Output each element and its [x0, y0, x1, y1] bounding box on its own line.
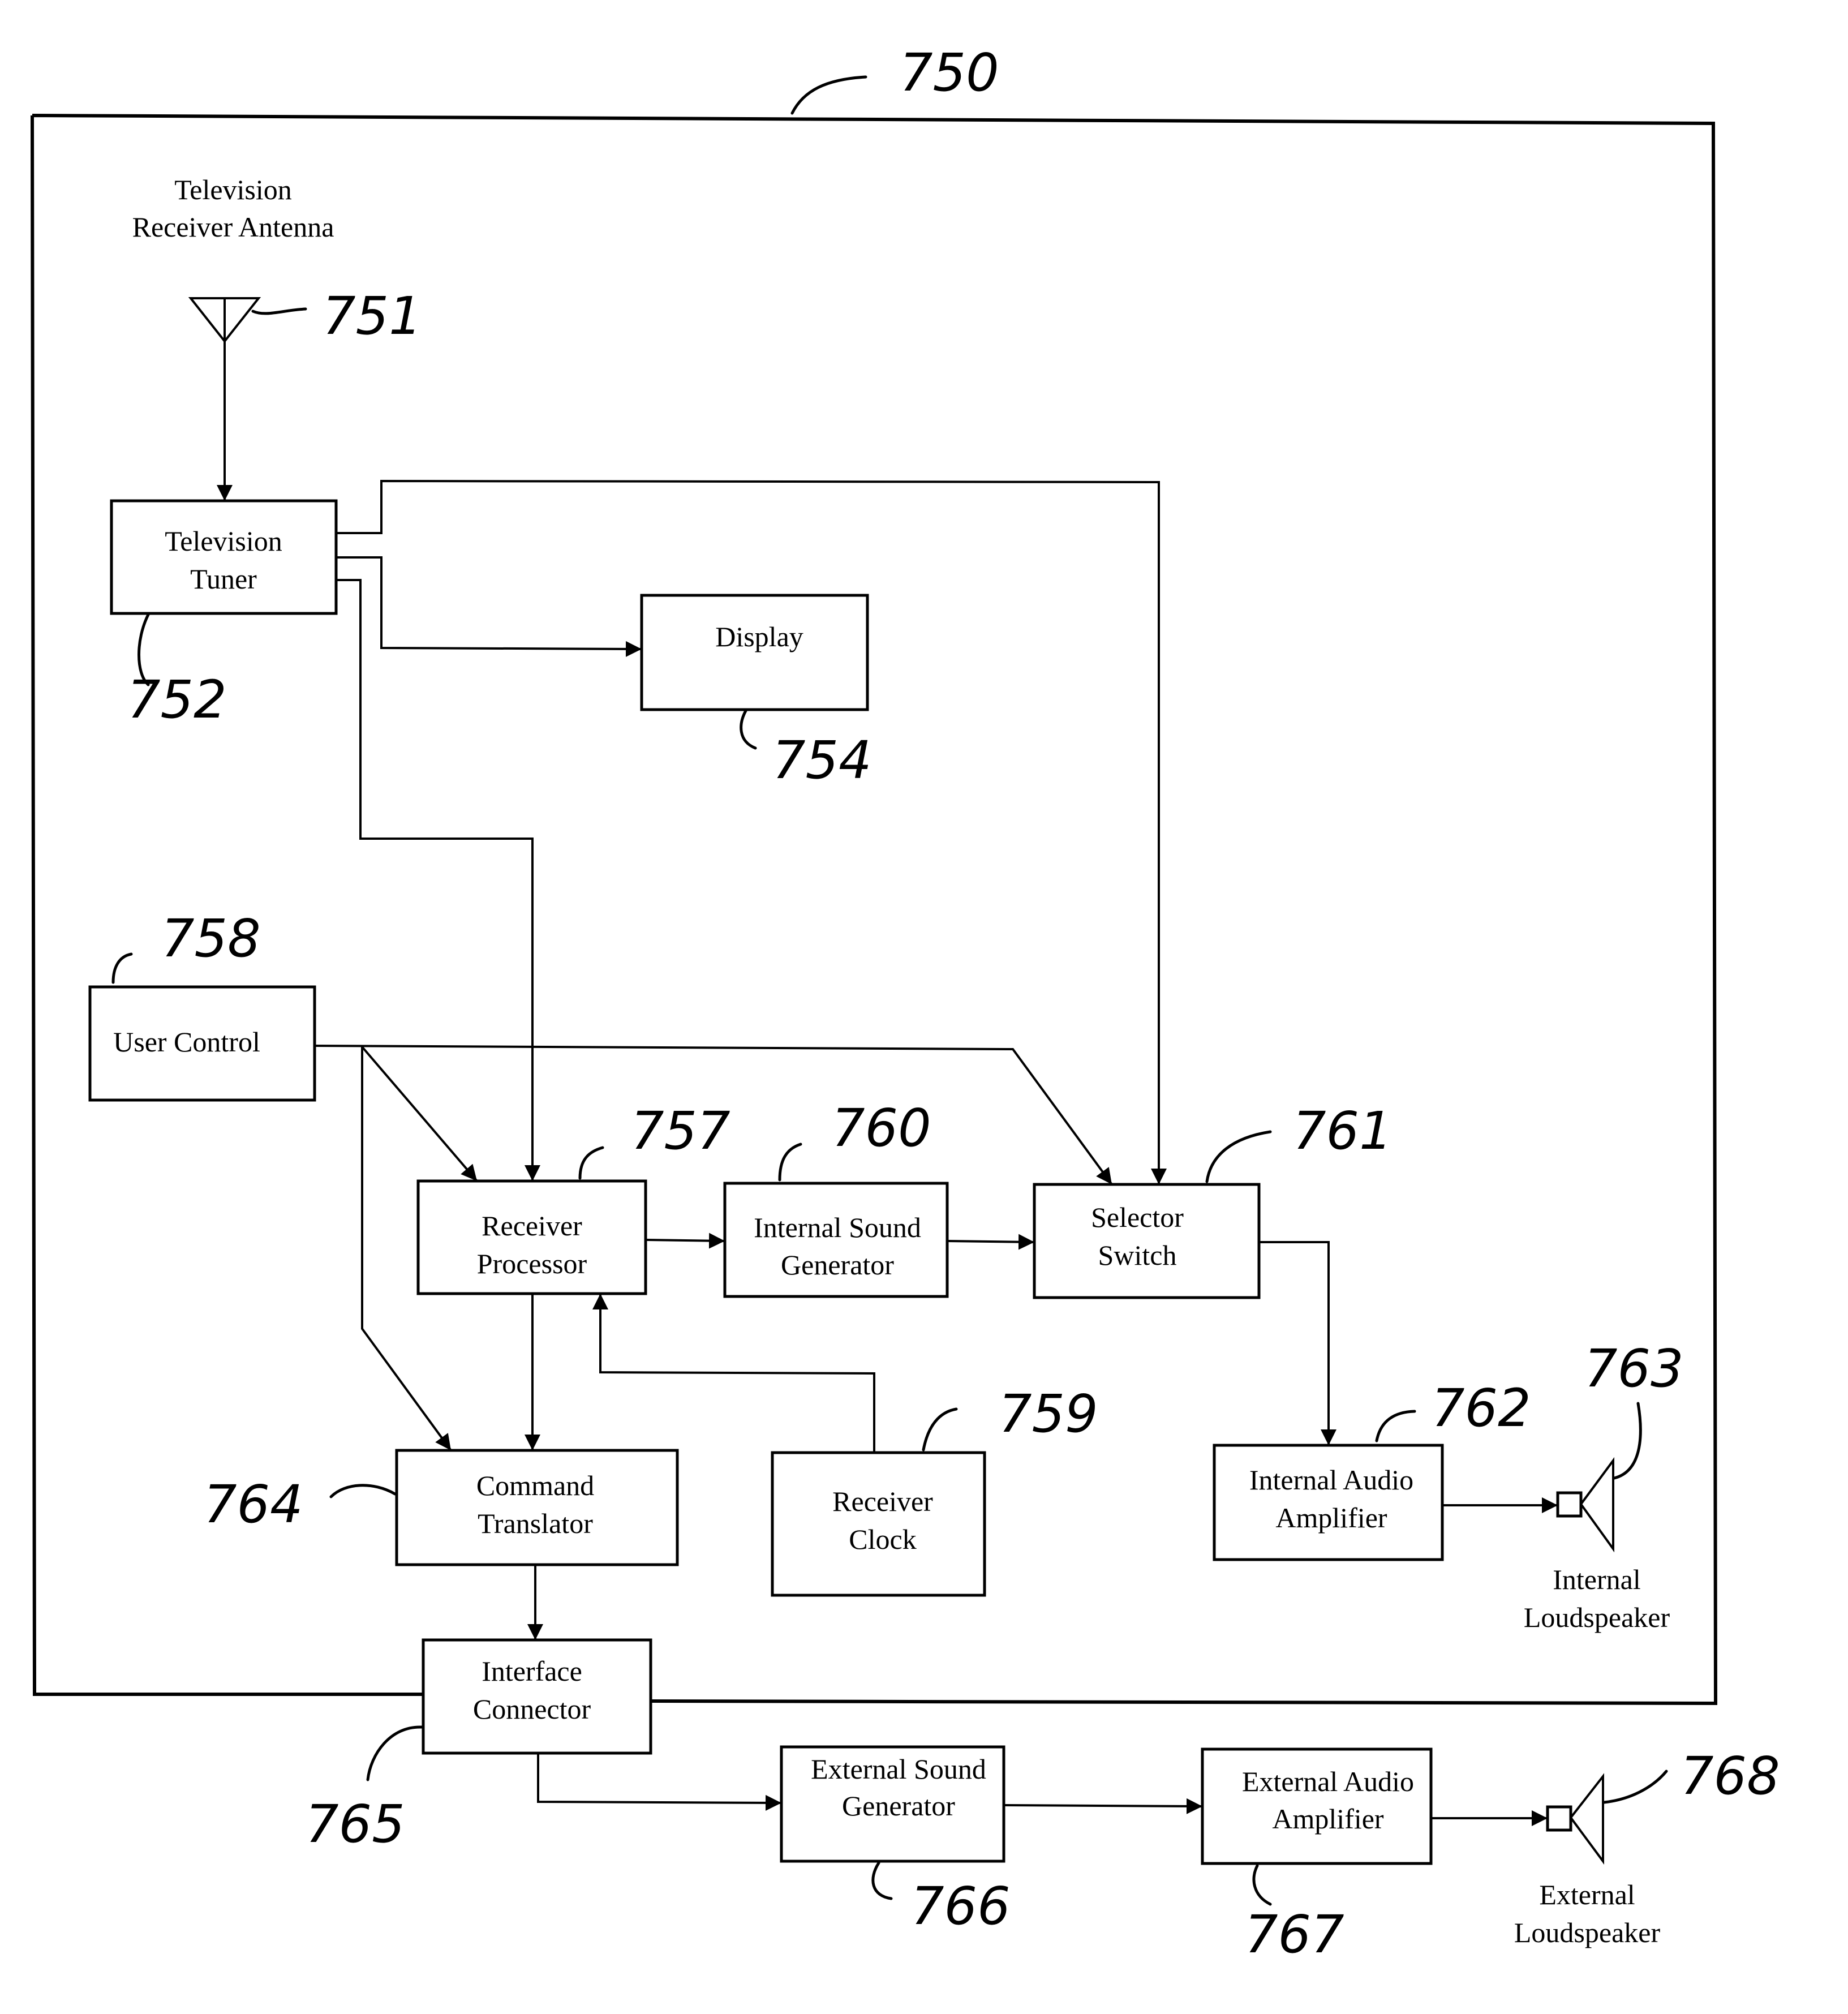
- ref-754: 754: [772, 730, 872, 791]
- interface-connector-block: Interface Connector: [422, 1638, 652, 1755]
- ref-766: 766: [911, 1876, 1011, 1936]
- receiver-processor-label-line2: Processor: [477, 1248, 587, 1279]
- external-sound-generator-block: External Sound Generator: [780, 1745, 1005, 1863]
- display-block: Display: [640, 594, 869, 711]
- leader-758: [111, 952, 133, 984]
- block-diagram: 750 Television Receiver Antenna 751 Tele…: [31, 42, 1780, 1965]
- leader-766: [871, 1861, 893, 1900]
- tuner-label-line2: Tuner: [190, 563, 257, 595]
- display-label: Display: [715, 621, 803, 652]
- receiver-clock-label-line2: Clock: [849, 1523, 916, 1555]
- user-control-label: User Control: [113, 1026, 260, 1058]
- leader-761: [1205, 1130, 1272, 1183]
- tuner-label-line1: Television: [165, 525, 282, 557]
- command-translator-label-line2: Translator: [478, 1508, 593, 1539]
- selector-switch-label-line2: Switch: [1098, 1239, 1177, 1271]
- internal-audio-amplifier-label-line2: Amplifier: [1275, 1502, 1387, 1534]
- internal-audio-amplifier-block: Internal Audio Amplifier: [1213, 1444, 1444, 1561]
- selector-switch-block: Selector Switch: [1033, 1183, 1261, 1299]
- internal-sound-generator-label-line2: Generator: [781, 1249, 894, 1281]
- external-loudspeaker-label-line1: External: [1539, 1879, 1635, 1910]
- ref-760: 760: [832, 1098, 931, 1158]
- ref-763: 763: [1584, 1338, 1684, 1399]
- receiver-processor-block: Receiver Processor: [416, 1179, 647, 1295]
- internal-audio-amplifier-label-line1: Internal Audio: [1249, 1464, 1413, 1496]
- leader-768: [1602, 1770, 1668, 1804]
- ref-765: 765: [306, 1794, 405, 1854]
- external-sound-generator-label-line2: Generator: [842, 1790, 955, 1822]
- ref-752: 752: [127, 669, 227, 730]
- wire-clock-to-processor: [592, 1294, 875, 1453]
- leader-767: [1252, 1864, 1272, 1906]
- antenna-label-line1: Television: [174, 174, 292, 205]
- ref-767: 767: [1245, 1904, 1344, 1965]
- leader-757: [578, 1146, 604, 1180]
- selector-switch-label-line1: Selector: [1091, 1201, 1184, 1233]
- receiver-processor-label-line1: Receiver: [482, 1210, 582, 1242]
- external-audio-amplifier-label-line1: External Audio: [1242, 1766, 1414, 1797]
- ref-751: 751: [323, 286, 422, 346]
- interface-connector-label-line1: Interface: [482, 1655, 582, 1687]
- command-translator-label-line1: Command: [476, 1470, 594, 1501]
- antenna-icon: [188, 297, 261, 343]
- leader-762: [1375, 1410, 1416, 1442]
- wire-tuner-to-display: [336, 556, 642, 657]
- ref-762: 762: [1432, 1378, 1531, 1438]
- ref-768: 768: [1681, 1746, 1780, 1806]
- wire-processor-to-isg: [645, 1233, 725, 1249]
- receiver-clock-block: Receiver Clock: [771, 1451, 986, 1597]
- ref-759: 759: [999, 1384, 1098, 1444]
- internal-loudspeaker-label-line1: Internal: [1553, 1564, 1640, 1595]
- leader-760: [778, 1143, 802, 1182]
- leader-759: [922, 1407, 958, 1452]
- ref-764: 764: [204, 1474, 303, 1535]
- leader-765: [366, 1725, 423, 1781]
- leader-763: [1613, 1402, 1642, 1480]
- internal-sound-generator-label-line1: Internal Sound: [754, 1212, 921, 1243]
- external-loudspeaker-icon: [1546, 1773, 1604, 1865]
- leader-751: [251, 307, 307, 315]
- wire-user-control-to-processor: [361, 1046, 478, 1182]
- wire-selector-to-iaa: [1259, 1241, 1336, 1445]
- internal-loudspeaker-label-line2: Loudspeaker: [1524, 1601, 1670, 1633]
- command-translator-block: Command Translator: [395, 1449, 679, 1566]
- internal-loudspeaker-icon: [1556, 1457, 1614, 1553]
- external-audio-amplifier-block: External Audio Amplifier: [1201, 1747, 1433, 1865]
- leader-754: [740, 709, 757, 750]
- interface-connector-label-line2: Connector: [473, 1693, 591, 1725]
- user-control-block: User Control: [88, 985, 316, 1102]
- receiver-clock-label-line1: Receiver: [832, 1485, 933, 1517]
- ref-757: 757: [631, 1101, 730, 1161]
- external-audio-amplifier-label-line2: Amplifier: [1272, 1803, 1384, 1835]
- internal-sound-generator-block: Internal Sound Generator: [723, 1182, 949, 1298]
- wire-esg-to-eaa: [1003, 1798, 1203, 1814]
- ref-750: 750: [900, 42, 999, 103]
- tuner-block: Television Tuner: [110, 499, 338, 615]
- external-loudspeaker-label-line2: Loudspeaker: [1514, 1917, 1661, 1948]
- wire-tuner-to-processor: [336, 579, 540, 1181]
- wire-interface-to-esg: [537, 1753, 782, 1811]
- leader-750: [790, 75, 867, 115]
- ref-761: 761: [1293, 1101, 1393, 1161]
- wire-isg-to-selector: [947, 1234, 1035, 1250]
- antenna-label-line2: Receiver Antenna: [132, 211, 334, 243]
- ref-758: 758: [161, 908, 261, 969]
- leader-764: [329, 1484, 397, 1498]
- external-sound-generator-label-line1: External Sound: [811, 1753, 986, 1785]
